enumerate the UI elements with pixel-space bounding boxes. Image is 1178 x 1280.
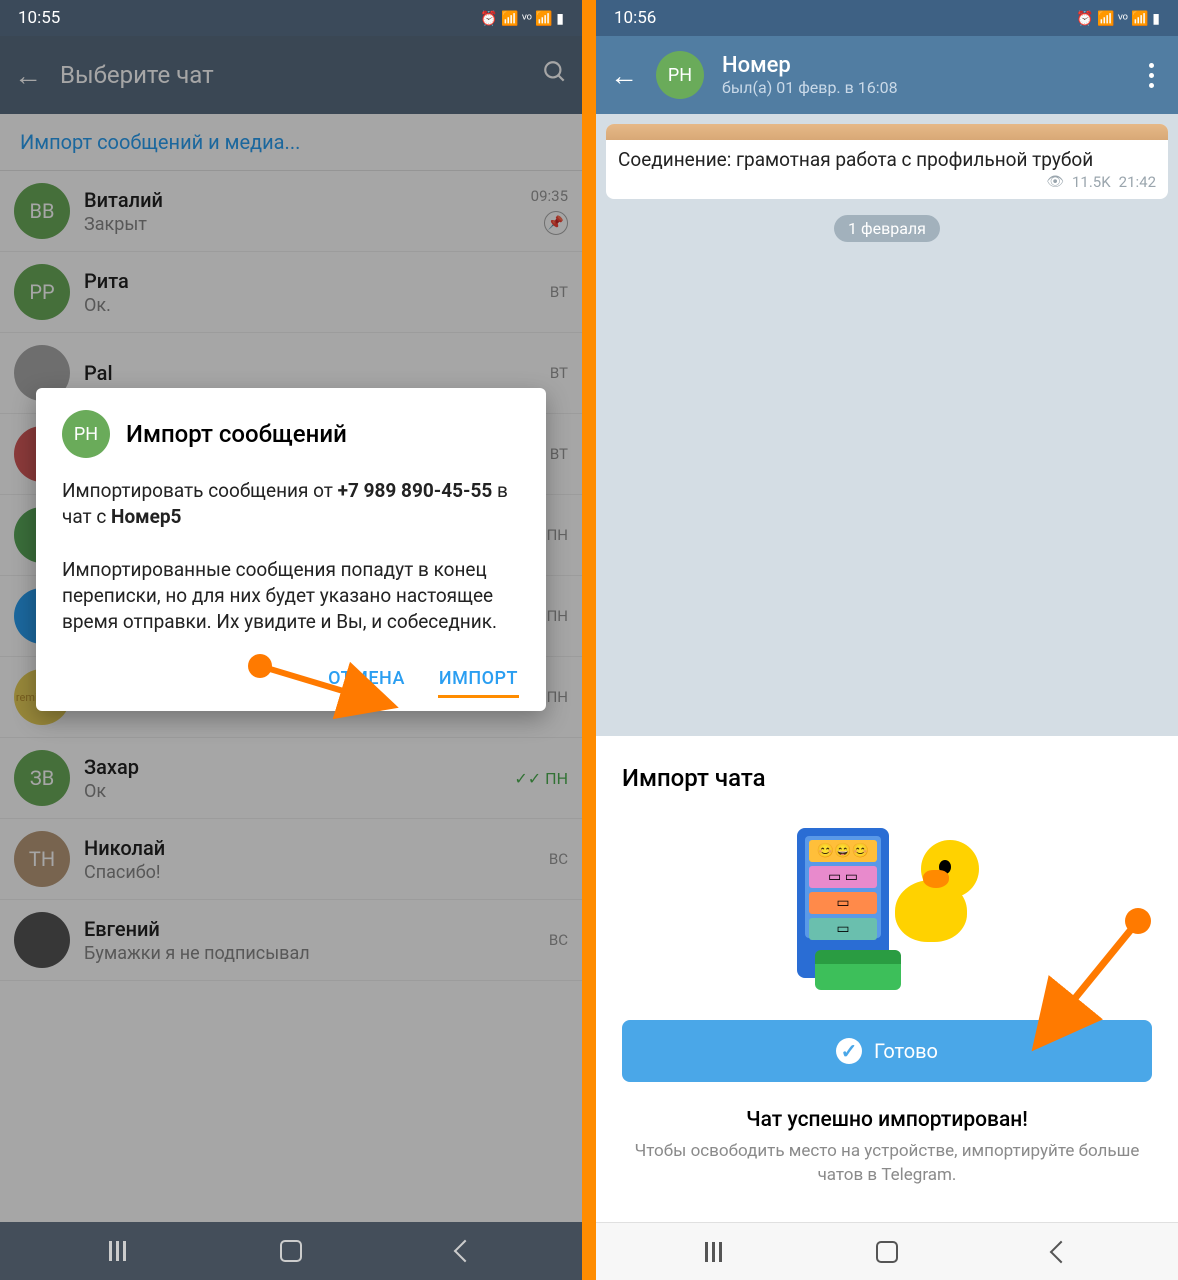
nav-bar [596,1222,1178,1280]
import-bottom-sheet: Импорт чата 😊😄😊 ▭ ▭ ▭ ▭ ✓ Готово Чат усп… [596,736,1178,1222]
views-count: 11.5K [1072,173,1111,191]
cancel-button[interactable]: ОТМЕНА [326,662,407,695]
success-subtitle: Чтобы освободить место на устройстве, им… [622,1140,1152,1188]
message-thumbnail [606,124,1168,140]
status-time: 10:55 [18,8,60,28]
done-button[interactable]: ✓ Готово [622,1020,1152,1082]
status-bar: 10:55 ⏰ 📶 ᵛᵒ 📶 ▮ [0,0,582,36]
nav-bar [0,1222,582,1280]
status-icons: ⏰ 📶 ᵛᵒ 📶 ▮ [480,10,564,27]
message-time: 21:42 [1119,173,1156,191]
back-icon[interactable]: ← [610,59,638,92]
chat-header: ← РН Номер был(а) 01 февр. в 16:08 [596,36,1178,114]
check-icon: ✓ [836,1038,862,1064]
nav-home-icon[interactable] [875,1240,899,1264]
contact-name: Номер [722,53,1121,78]
import-dialog: РН Импорт сообщений Импортировать сообще… [36,388,546,711]
status-bar: 10:56 ⏰ 📶 ᵛᵒ 📶 ▮ [596,0,1178,36]
contact-avatar[interactable]: РН [656,51,704,99]
status-time: 10:56 [614,8,656,28]
success-title: Чат успешно импортирован! [622,1108,1152,1132]
message-text: Соединение: грамотная работа с профильно… [606,140,1168,173]
dialog-title: Импорт сообщений [126,420,347,448]
date-pill: 1 февраля [834,215,940,242]
nav-home-icon[interactable] [279,1239,303,1263]
nav-back-icon[interactable] [1049,1240,1073,1264]
dialog-body: Импортировать сообщения от +7 989 890-45… [62,478,520,634]
status-icons: ⏰ 📶 ᵛᵒ 📶 ▮ [1076,10,1160,27]
contact-status: был(а) 01 февр. в 16:08 [722,78,1121,97]
sheet-title: Импорт чата [622,764,1152,792]
menu-icon[interactable] [1139,53,1164,98]
screenshot-right: 10:56 ⏰ 📶 ᵛᵒ 📶 ▮ ← РН Номер был(а) 01 фе… [596,0,1178,1280]
message-card[interactable]: Соединение: грамотная работа с профильно… [606,124,1168,199]
views-icon: 👁 [1046,174,1064,190]
nav-recent-icon[interactable] [701,1240,725,1264]
dialog-avatar: РН [62,410,110,458]
import-button[interactable]: ИМПОРТ [437,662,520,695]
chat-background: Соединение: грамотная работа с профильно… [596,114,1178,736]
nav-back-icon[interactable] [453,1239,477,1263]
nav-recent-icon[interactable] [105,1239,129,1263]
sticker-illustration: 😊😄😊 ▭ ▭ ▭ ▭ [787,820,987,990]
screenshot-left: 10:55 ⏰ 📶 ᵛᵒ 📶 ▮ ← Выберите чат Импорт с… [0,0,582,1280]
